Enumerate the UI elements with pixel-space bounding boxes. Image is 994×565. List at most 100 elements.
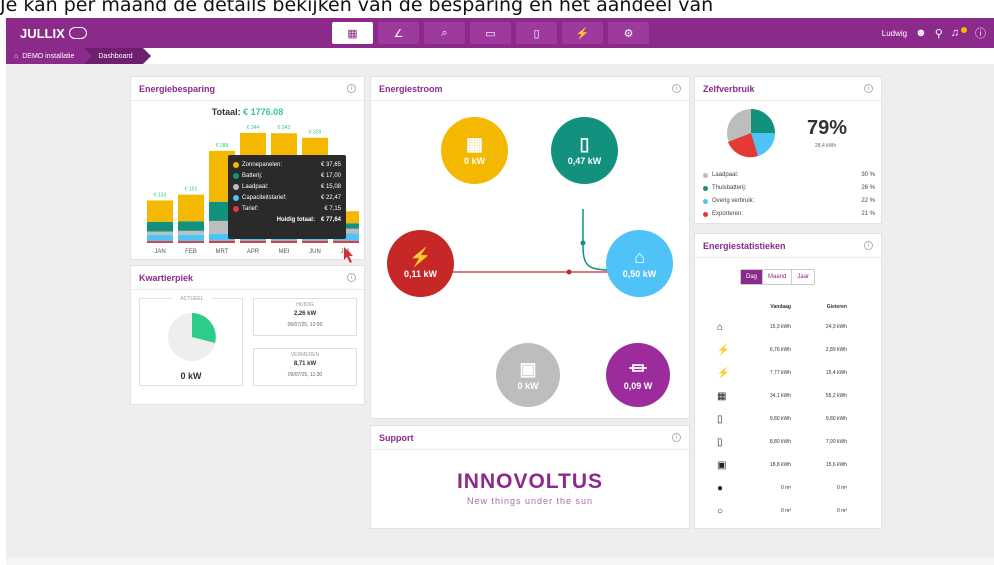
stats-today-value: 0 m³ xyxy=(781,508,791,514)
savings-total: Totaal: € 1776.08 xyxy=(131,107,364,117)
bar-segment-tarief[interactable] xyxy=(147,241,173,243)
self-card-header: Zelfverbruik i xyxy=(695,77,881,101)
tooltip-total-value: € 77,64 xyxy=(320,216,341,223)
bar-segment-laadpaal[interactable] xyxy=(147,231,173,235)
info-icon[interactable]: i xyxy=(672,84,681,93)
tab-month[interactable]: Maand xyxy=(762,270,791,284)
tooltip-row-value: € 7,15 xyxy=(324,205,341,212)
stats-yesterday-value: 7,90 kWh xyxy=(825,439,847,445)
info-icon[interactable]: i xyxy=(864,241,873,250)
grid-tower-icon: ⚡ xyxy=(409,247,432,267)
help-icon[interactable]: ⓘ xyxy=(975,25,986,41)
innovoltus-logo[interactable]: INNOVOLTUS xyxy=(371,470,689,494)
stats-yesterday-value: 9,80 kWh xyxy=(825,416,847,422)
stats-row-icon: ⌂ xyxy=(717,321,724,333)
self-legend-row: Thuisbatterij: 26 % xyxy=(703,182,875,194)
self-consumption-pie xyxy=(727,109,776,158)
legend-dot xyxy=(703,172,708,178)
bar-segment-laadpaal[interactable] xyxy=(178,230,204,235)
avoided-peak-box: VERMEDEN 8,71 kW 09/07/25, 11:30 xyxy=(253,348,357,386)
stats-today-value: 18,8 kWh xyxy=(769,462,791,468)
nav-plug-button[interactable]: ⚡ xyxy=(562,22,603,44)
breadcrumb-dashboard[interactable]: Dashboard xyxy=(84,48,151,64)
legend-dot xyxy=(703,185,708,191)
stats-card-title: Energiestatistieken xyxy=(703,240,786,251)
tab-day[interactable]: Dag xyxy=(741,270,763,284)
app-logo[interactable]: JULLIX xyxy=(20,26,87,41)
bar-segment-zonnepanelen[interactable] xyxy=(147,200,173,222)
info-icon[interactable]: i xyxy=(864,84,873,93)
savings-total-value: € 1776.08 xyxy=(243,107,284,117)
bar-segment-tarief[interactable] xyxy=(271,240,297,243)
info-icon[interactable]: i xyxy=(672,433,681,442)
bar-segment-capaciteitstarief[interactable] xyxy=(147,234,173,242)
logo-text: JULLIX xyxy=(20,25,65,41)
peak-card-header: Kwartierpiek i xyxy=(131,266,364,290)
user-name[interactable]: Ludwig xyxy=(882,29,907,38)
plug-node[interactable]: ⏛ 0,09 W xyxy=(606,343,670,407)
bar-segment-tarief[interactable] xyxy=(302,240,328,243)
bar-total-label: € 133 xyxy=(154,192,167,198)
nav-dashboard-button[interactable]: ▦ xyxy=(332,22,373,44)
battery-node[interactable]: ▯ 0,47 kW xyxy=(551,117,618,184)
nav-battery-button[interactable]: ▯ xyxy=(516,22,557,44)
legend-dot xyxy=(703,211,708,217)
support-card: Support i INNOVOLTUS New things under th… xyxy=(370,425,690,529)
tooltip-row-value: € 17,00 xyxy=(320,172,341,179)
user-area: Ludwig ☻ ⚲ ♫ ⓘ xyxy=(882,25,986,41)
car-node[interactable]: ▣ 0 kW xyxy=(496,343,560,407)
bar-segment-tarief[interactable] xyxy=(178,241,204,243)
bar-segment-tarief[interactable] xyxy=(209,240,235,243)
self-legend-row: Laadpaal: 30 % xyxy=(703,169,875,181)
solar-node[interactable]: ▦ 0 kW xyxy=(441,117,508,184)
stats-row: ▦ 34,1 kWh 55,2 kWh xyxy=(717,385,867,407)
info-icon[interactable]: i xyxy=(347,273,356,282)
breadcrumb-installation[interactable]: ⌂ DEMO installatie xyxy=(6,48,93,64)
col-today: Vandaag xyxy=(770,304,791,310)
stats-card: Energiestatistieken i Dag Maand Jaar Van… xyxy=(694,233,882,529)
self-sub: 28,4 kWh xyxy=(815,143,837,149)
stats-row: ▯ 8,80 kWh 7,90 kWh xyxy=(717,431,867,453)
stats-yesterday-value: 55,2 kWh xyxy=(825,393,847,399)
breadcrumb-dashboard-label: Dashboard xyxy=(98,52,133,60)
info-icon[interactable]: i xyxy=(347,84,356,93)
col-yesterday: Gisteren xyxy=(826,304,847,310)
home-node[interactable]: ⌂ 0,50 kW xyxy=(606,230,673,297)
user-icon[interactable]: ☻ xyxy=(915,27,927,39)
current-peak-label: ACTUEEL xyxy=(172,296,212,302)
legend-value: 26 % xyxy=(861,185,875,191)
savings-card: Energiebesparing i Totaal: € 1776.08 JAN… xyxy=(130,76,365,263)
stats-today-value: 15,3 kWh xyxy=(769,324,791,330)
flow-card: Energiestroom i ▦ 0 kW ▯ 0,47 kW ⚡ 0,11 … xyxy=(370,76,690,419)
stats-yesterday-value: 2,89 kWh xyxy=(825,347,847,353)
stats-yesterday-value: 15,6 kWh xyxy=(825,462,847,468)
bell-icon[interactable]: ♫ xyxy=(951,27,959,39)
bar-segment-batterij[interactable] xyxy=(178,221,204,231)
current-peak-box: ACTUEEL 0 kW xyxy=(139,296,243,386)
legend-dot xyxy=(233,183,239,190)
bar-segment-tarief[interactable] xyxy=(240,240,266,243)
stats-yesterday-value: 0 m³ xyxy=(837,485,847,491)
bar-segment-tarief[interactable] xyxy=(333,240,359,243)
bar-total-label: € 329 xyxy=(309,130,322,136)
legend-dot xyxy=(233,205,239,212)
stats-row-icon: ⚡ xyxy=(717,344,730,356)
tooltip-total-label: Huidig totaal: xyxy=(276,216,315,223)
nav-charts-button[interactable]: ∠ xyxy=(378,22,419,44)
stats-today-value: 8,80 kWh xyxy=(769,439,791,445)
notification-dot xyxy=(961,27,967,33)
bar-total-label: € 288 xyxy=(216,143,229,149)
bar-segment-batterij[interactable] xyxy=(147,221,173,232)
bar-segment-capaciteitstarief[interactable] xyxy=(178,234,204,242)
nav-cost-button[interactable]: ▭ xyxy=(470,22,511,44)
search-icon[interactable]: ⚲ xyxy=(935,27,943,40)
nav-analysis-button[interactable]: ⌕ xyxy=(424,22,465,44)
nav-settings-button[interactable]: ⚙ xyxy=(608,22,649,44)
stats-row-icon: ○ xyxy=(717,505,724,517)
dashboard-area: Energiebesparing i Totaal: € 1776.08 JAN… xyxy=(6,64,994,558)
grid-node[interactable]: ⚡ 0,11 kW xyxy=(387,230,454,297)
stats-row-icon: ▯ xyxy=(717,413,723,425)
tab-year[interactable]: Jaar xyxy=(791,270,814,284)
bar-segment-zonnepanelen[interactable] xyxy=(178,194,204,222)
breadcrumb-installation-label: DEMO installatie xyxy=(22,52,75,60)
